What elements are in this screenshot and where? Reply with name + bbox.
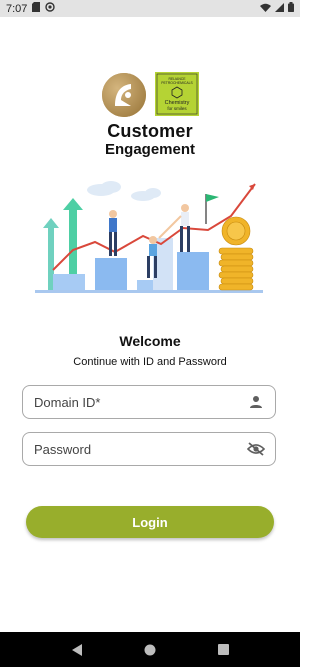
app-title-line2: Engagement bbox=[104, 141, 195, 158]
svg-text:for smiles: for smiles bbox=[167, 106, 187, 111]
home-icon[interactable] bbox=[140, 640, 160, 660]
app-title-line1: Customer bbox=[107, 121, 193, 141]
login-button[interactable]: Login bbox=[26, 506, 274, 538]
domain-id-input[interactable] bbox=[23, 385, 247, 419]
app-title: Customer Engagement bbox=[0, 121, 300, 158]
status-time: 7:07 bbox=[6, 2, 28, 15]
growth-illustration bbox=[33, 178, 267, 328]
battery-icon bbox=[288, 2, 294, 15]
reliance-logo bbox=[101, 72, 147, 123]
recents-icon[interactable] bbox=[213, 640, 233, 660]
status-bar: 7:07 bbox=[0, 0, 300, 17]
coin-stack-icon bbox=[218, 216, 254, 291]
welcome-heading: Welcome bbox=[119, 333, 181, 349]
logo-row: RELIANCE PETROCHEMICALS Chemistry for sm… bbox=[0, 72, 300, 123]
reliance-petrochemicals-logo: RELIANCE PETROCHEMICALS Chemistry for sm… bbox=[155, 72, 199, 123]
password-input[interactable] bbox=[23, 432, 247, 466]
at-sign-icon bbox=[45, 2, 56, 15]
signal-icon bbox=[275, 2, 284, 15]
cloud-icon bbox=[87, 181, 161, 201]
password-field[interactable] bbox=[22, 432, 276, 466]
system-nav-bar bbox=[0, 632, 300, 667]
welcome-subtitle: Continue with ID and Password bbox=[73, 356, 227, 368]
svg-text:PETROCHEMICALS: PETROCHEMICALS bbox=[161, 81, 193, 85]
sd-card-icon bbox=[32, 2, 41, 15]
wifi-icon bbox=[260, 3, 271, 15]
visibility-off-icon[interactable] bbox=[247, 440, 265, 458]
back-icon[interactable] bbox=[67, 640, 87, 660]
person-icon bbox=[247, 393, 265, 411]
domain-id-field[interactable] bbox=[22, 385, 276, 419]
